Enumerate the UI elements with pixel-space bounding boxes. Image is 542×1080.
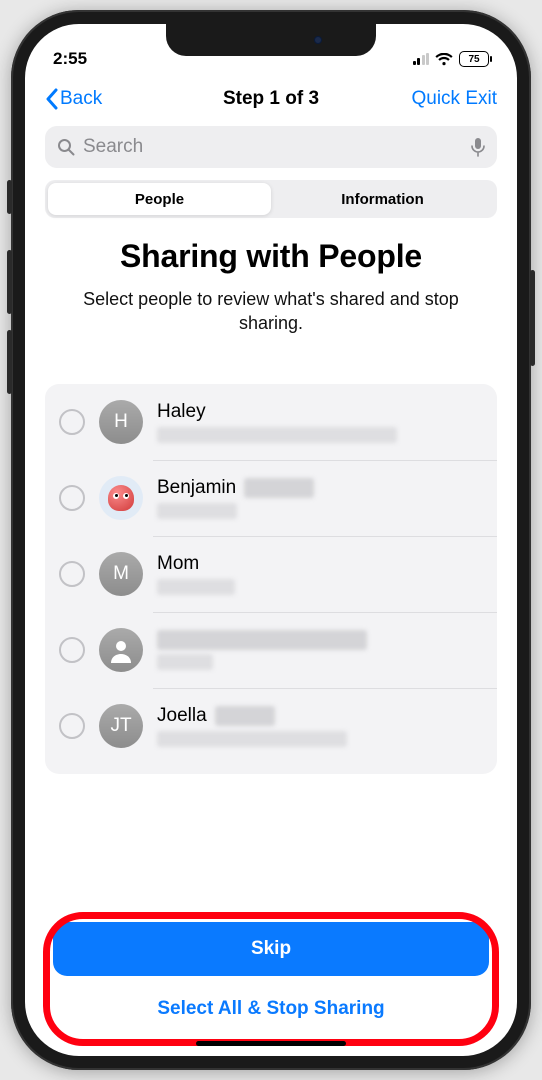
list-item[interactable]	[45, 612, 497, 688]
segmented-control: People Information	[45, 180, 497, 218]
sharing-detail	[157, 579, 235, 595]
back-label: Back	[60, 88, 102, 110]
avatar: M	[99, 552, 143, 596]
person-name: Joella	[157, 705, 207, 727]
radio-unselected[interactable]	[59, 409, 85, 435]
tab-people[interactable]: People	[48, 183, 271, 215]
sharing-detail	[157, 654, 213, 670]
people-list: H Haley Benjamin M Mom	[45, 384, 497, 774]
avatar: JT	[99, 704, 143, 748]
list-item[interactable]: H Haley	[45, 384, 497, 460]
skip-button[interactable]: Skip	[53, 922, 489, 976]
person-name: Benjamin	[157, 477, 236, 499]
sharing-detail	[157, 503, 237, 519]
cellular-icon	[413, 53, 430, 65]
list-item[interactable]: JT Joella	[45, 688, 497, 764]
sharing-detail	[157, 427, 397, 443]
search-icon	[57, 138, 75, 156]
avatar	[99, 476, 143, 520]
list-item[interactable]: Benjamin	[45, 460, 497, 536]
power-button	[530, 270, 535, 366]
search-field[interactable]	[45, 126, 497, 168]
notch	[166, 24, 376, 56]
search-input[interactable]	[83, 136, 463, 158]
nav-bar: Back Step 1 of 3 Quick Exit	[25, 76, 517, 118]
sharing-detail	[157, 731, 347, 747]
wifi-icon	[435, 53, 453, 66]
radio-unselected[interactable]	[59, 713, 85, 739]
person-name: Mom	[157, 553, 199, 575]
avatar	[99, 628, 143, 672]
volume-down-button	[7, 330, 12, 394]
screen: 2:55 75 Back Step 1 of 3 Quick Exit P	[25, 24, 517, 1056]
bottom-actions: Skip Select All & Stop Sharing	[25, 908, 517, 1056]
phone-frame: 2:55 75 Back Step 1 of 3 Quick Exit P	[11, 10, 531, 1070]
list-item[interactable]: M Mom	[45, 536, 497, 612]
person-name: Haley	[157, 401, 206, 423]
radio-unselected[interactable]	[59, 485, 85, 511]
microphone-icon[interactable]	[471, 137, 485, 157]
tab-information[interactable]: Information	[271, 183, 494, 215]
quick-exit-button[interactable]: Quick Exit	[411, 88, 497, 110]
person-name	[157, 630, 367, 650]
avatar: H	[99, 400, 143, 444]
volume-up-button	[7, 250, 12, 314]
page-title: Sharing with People	[49, 238, 493, 275]
mute-switch	[7, 180, 12, 214]
select-all-stop-sharing-button[interactable]: Select All & Stop Sharing	[53, 994, 489, 1024]
battery-icon: 75	[459, 51, 489, 67]
radio-unselected[interactable]	[59, 561, 85, 587]
chevron-left-icon	[45, 88, 58, 110]
status-time: 2:55	[53, 49, 87, 69]
radio-unselected[interactable]	[59, 637, 85, 663]
back-button[interactable]: Back	[45, 88, 102, 110]
home-indicator[interactable]	[196, 1041, 346, 1046]
step-label: Step 1 of 3	[223, 88, 319, 110]
page-subtitle: Select people to review what's shared an…	[25, 279, 517, 356]
